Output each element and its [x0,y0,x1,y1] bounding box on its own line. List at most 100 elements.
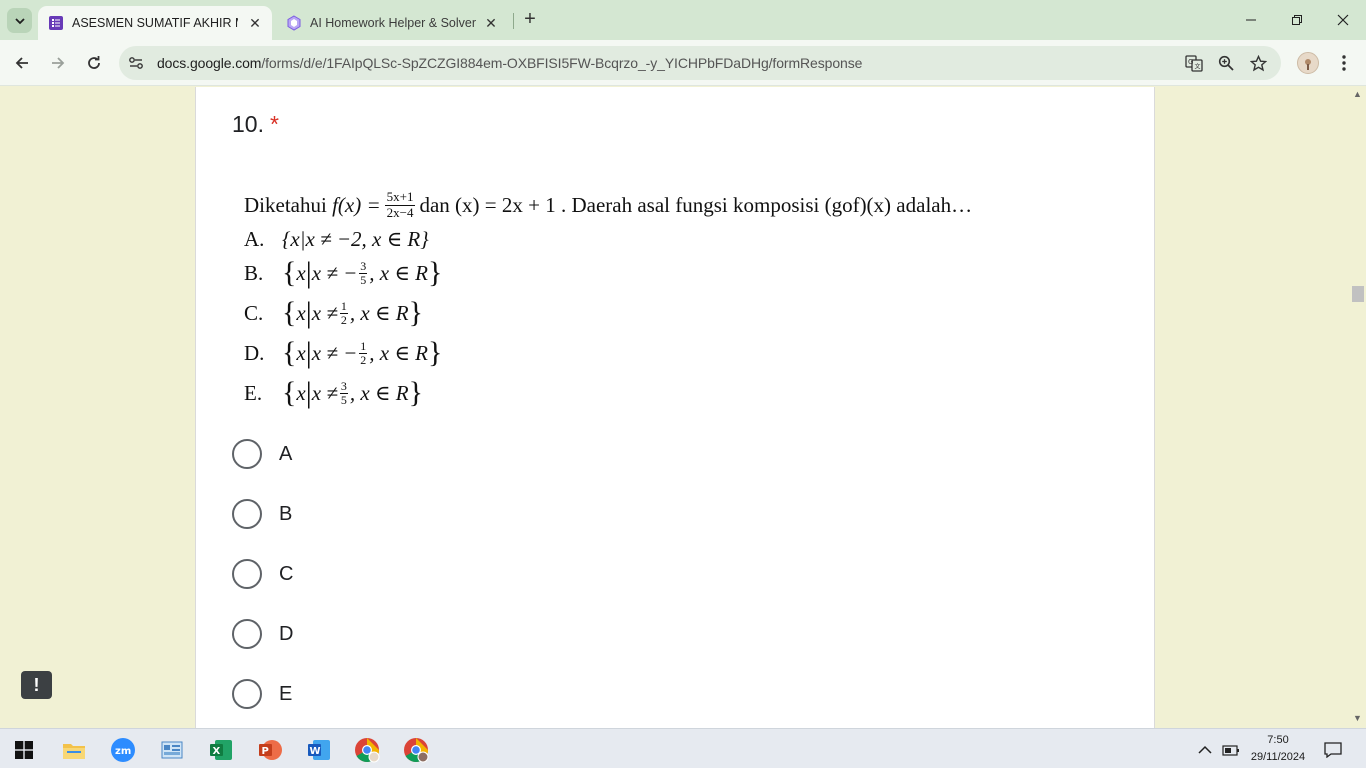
arrow-right-icon [52,57,65,69]
close-tab-icon[interactable]: ✕ [483,15,499,31]
close-window-button[interactable] [1320,0,1366,40]
taskbar-zoom[interactable]: zm [103,734,143,766]
fraction-numerator: 3 [339,378,348,394]
choice-e[interactable]: E [232,678,292,710]
tab-title: AI Homework Helper & Solver - [310,16,476,30]
folder-icon [63,744,85,759]
choice-c[interactable]: C [232,558,293,590]
minimize-button[interactable] [1228,0,1274,40]
scroll-down-icon[interactable]: ▼ [1353,713,1362,723]
radio-button[interactable] [232,499,262,529]
radio-button[interactable] [232,559,262,589]
taskbar-chrome-2[interactable] [396,734,436,766]
option-fraction: 12 [359,338,368,367]
zoom-app-icon: zm [111,738,135,762]
taskbar-chrome-1[interactable] [347,734,387,766]
radio-button[interactable] [232,679,262,709]
back-button[interactable] [7,48,37,78]
browser-menu-button[interactable] [1334,52,1354,74]
start-button[interactable] [4,734,44,766]
tab-ai-helper[interactable]: AI Homework Helper & Solver - ✕ [276,6,508,40]
translate-button[interactable]: G文 [1184,53,1204,73]
page-scrollbar[interactable]: ▲ ▼ [1350,87,1366,728]
taskbar-word[interactable]: W [299,734,339,766]
question-number: 10. * [232,111,279,138]
option-letter: A. [244,226,265,251]
tab-separator [513,13,514,29]
chrome-icon [404,738,429,763]
clock-time: 7:50 [1267,734,1289,746]
clock-date: 29/11/2024 [1250,751,1306,763]
notification-icon [1324,742,1342,758]
choice-a[interactable]: A [232,438,292,470]
problem-intro: Diketahui [244,192,327,217]
fraction-denominator: 2x−4 [386,204,414,220]
svg-text:X: X [213,746,221,757]
ai-helper-icon [287,15,301,31]
fraction-numerator: 5x+1 [384,189,416,206]
bookmark-button[interactable] [1248,53,1268,73]
action-center-button[interactable] [1316,734,1350,766]
chrome-icon [355,738,380,763]
taskbar-file-explorer[interactable] [54,734,94,766]
taskbar-powerpoint[interactable]: P [250,734,290,766]
option-post: , x ∈ R [369,340,428,365]
new-tab-button[interactable]: + [519,9,541,31]
scroll-thumb[interactable] [1352,286,1364,302]
option-pre: x ≠ [311,300,338,325]
battery-icon [1222,745,1239,756]
google-forms-icon [49,16,63,30]
profile-avatar[interactable] [1297,52,1319,74]
fraction-denominator: 5 [340,392,347,407]
chevron-down-icon [14,17,25,24]
option-letter: D. [244,340,265,365]
report-feedback-button[interactable]: ! [21,671,52,699]
forward-button[interactable] [43,48,73,78]
more-vertical-icon [1342,55,1346,71]
choice-label: E [279,682,293,705]
word-icon: W [308,740,330,760]
choice-b[interactable]: B [232,498,292,530]
close-tab-icon[interactable]: ✕ [247,15,263,31]
site-settings-icon[interactable] [127,54,145,72]
url-path: /forms/d/e/1FAIpQLSc-SpZCZGI884em-OXBFIS… [261,55,863,71]
fraction-numerator: 3 [359,258,368,274]
radio-button[interactable] [232,619,262,649]
tab-search-button[interactable] [7,8,32,33]
translate-icon: G文 [1185,55,1203,72]
avatar-icon [1305,59,1311,70]
fraction-numerator: 1 [359,338,368,354]
option-expr: {x|x ≠ −2, x ∈ R} [282,226,429,251]
reload-button[interactable] [79,48,109,78]
option-post: , x ∈ R [369,260,428,285]
svg-text:P: P [262,746,269,757]
fraction-denominator: 2 [360,352,367,367]
clock[interactable]: 7:50 29/11/2024 [1240,732,1316,766]
choice-label: C [279,562,294,585]
radio-button[interactable] [232,439,262,469]
restore-button[interactable] [1274,0,1320,40]
fraction-denominator: 2 [340,312,347,327]
option-fraction: 35 [359,258,368,286]
address-bar[interactable]: docs.google.com/forms/d/e/1FAIpQLSc-SpZC… [119,46,1281,80]
taskbar-control-panel[interactable] [152,734,192,766]
scroll-up-icon[interactable]: ▲ [1353,89,1362,99]
function-f: f(x) = [332,192,381,217]
windows-logo-icon [15,741,33,759]
url-text[interactable]: docs.google.com/forms/d/e/1FAIpQLSc-SpZC… [157,55,862,71]
svg-text:W: W [310,746,321,757]
option-fraction: 12 [339,300,348,327]
tab-strip: ASESMEN SUMATIF AKHIR MAT ✕ AI Homework … [0,0,1366,40]
svg-text:文: 文 [1195,63,1201,71]
zoom-button[interactable] [1216,53,1236,73]
question-number-text: 10. [232,111,264,137]
taskbar-excel[interactable]: X [201,734,241,766]
page-content: 10. * Diketahui f(x) = 5x+1 2x−4 dan (x) =… [0,87,1350,728]
browser-toolbar: docs.google.com/forms/d/e/1FAIpQLSc-SpZC… [0,40,1366,86]
option-b: B. {x | x ≠ − 35 , x ∈ R} [244,256,443,289]
star-icon [1249,54,1267,71]
problem-rest: dan (x) = 2x + 1 . Daerah asal fungsi ko… [419,192,973,217]
option-letter: B. [244,260,264,285]
choice-d[interactable]: D [232,618,293,650]
tab-forms[interactable]: ASESMEN SUMATIF AKHIR MAT ✕ [38,6,272,40]
